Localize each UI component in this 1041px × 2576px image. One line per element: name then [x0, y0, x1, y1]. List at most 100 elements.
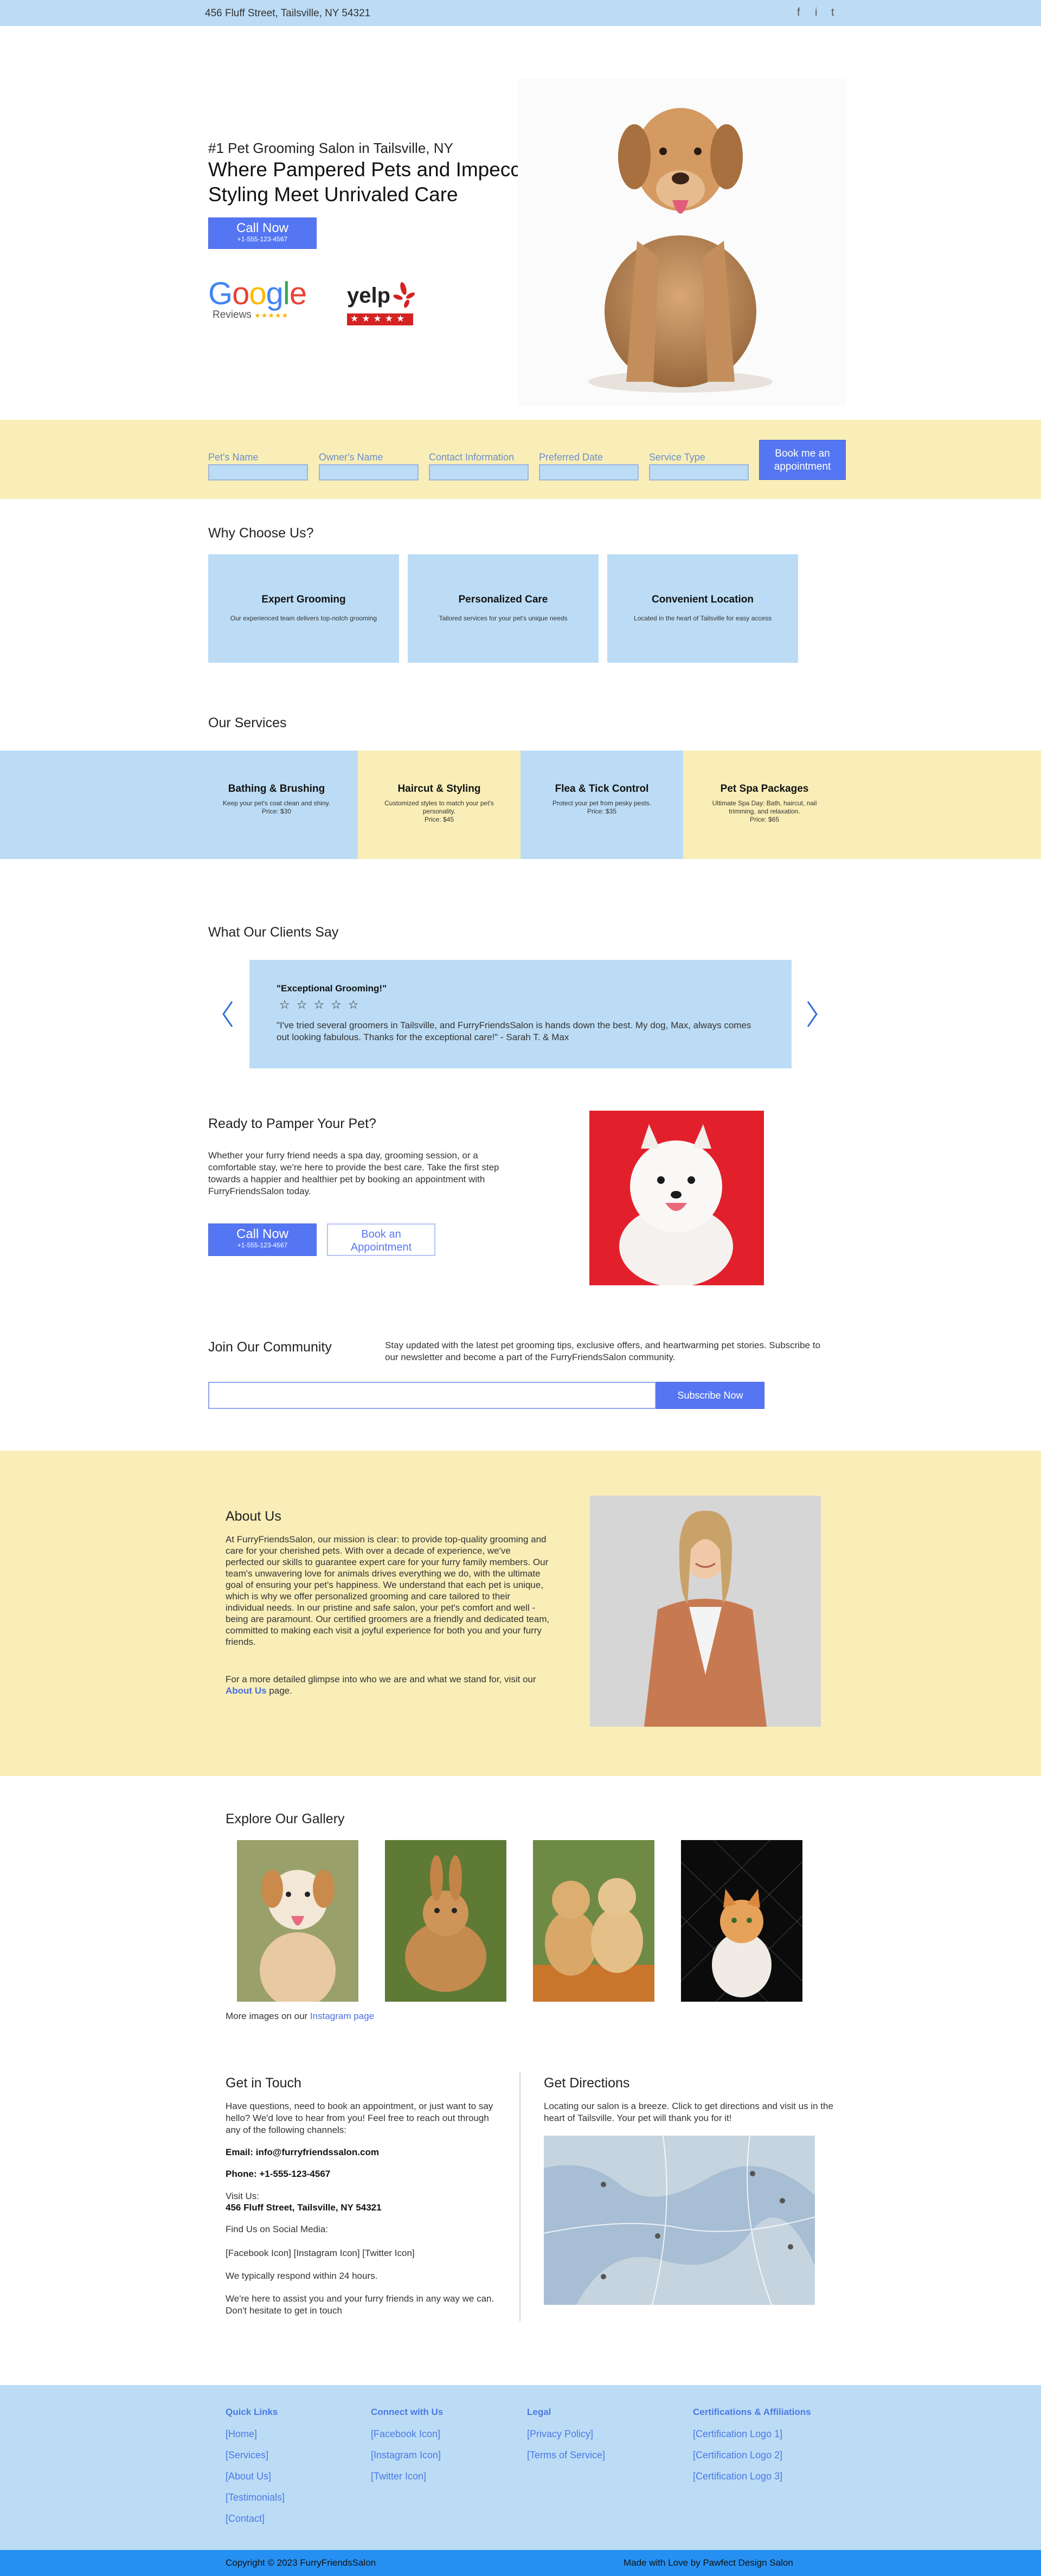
- service-card: Bathing & Brushing Keep your pet's coat …: [0, 751, 358, 859]
- about-text: At FurryFriendsSalon, our mission is cle…: [226, 1534, 550, 1647]
- google-stars: ★★★★★: [254, 311, 289, 319]
- why-card-desc: Our experienced team delivers top-notch …: [230, 614, 377, 622]
- testimonial-stars: ☆☆☆☆☆: [279, 998, 365, 1011]
- pets-name-field: Pet's Name: [208, 452, 308, 480]
- why-card-desc: Located in the heart of Tailsville for e…: [634, 614, 772, 622]
- community-heading: Join Our Community: [208, 1340, 332, 1355]
- why-card-title: Personalized Care: [458, 594, 548, 605]
- footer-link-services[interactable]: [Services]: [226, 2450, 285, 2461]
- facebook-icon[interactable]: f: [797, 7, 800, 19]
- response-time: We typically respond within 24 hours.: [226, 2271, 378, 2281]
- footer-link-instagram[interactable]: [Instagram Icon]: [371, 2450, 443, 2461]
- phone-label: Phone:: [226, 2169, 257, 2179]
- footer-cert-3[interactable]: [Certification Logo 3]: [693, 2471, 811, 2482]
- book-appointment-button[interactable]: Book me an appointment: [759, 440, 846, 480]
- newsletter-email-input[interactable]: [208, 1382, 656, 1409]
- why-card-title: Convenient Location: [652, 594, 754, 605]
- call-label: Call Now: [236, 1227, 289, 1241]
- service-desc: Customized styles to match your pet's pe…: [384, 799, 494, 815]
- why-card-desc: Tailored services for your pet's unique …: [439, 614, 568, 622]
- instagram-page-link[interactable]: Instagram page: [310, 2011, 374, 2021]
- footer-cert-1[interactable]: [Certification Logo 1]: [693, 2428, 811, 2440]
- hero-call-button[interactable]: Call Now +1-555-123-4567: [208, 217, 317, 249]
- footer-link-twitter[interactable]: [Twitter Icon]: [371, 2471, 443, 2482]
- service-price: Price: $65: [749, 816, 780, 823]
- gallery-heading: Explore Our Gallery: [226, 1811, 345, 1827]
- directions-map[interactable]: [543, 2135, 815, 2305]
- svg-text:yelp: yelp: [347, 284, 390, 307]
- yelp-stars: ★★★★★: [350, 313, 408, 324]
- footer-cert-2[interactable]: [Certification Logo 2]: [693, 2450, 811, 2461]
- about-more: For a more detailed glimpse into who we …: [226, 1674, 551, 1696]
- copyright: Copyright © 2023 FurryFriendsSalon: [226, 2558, 376, 2568]
- footer-link-home[interactable]: [Home]: [226, 2428, 285, 2440]
- footer-link-facebook[interactable]: [Facebook Icon]: [371, 2428, 443, 2440]
- pomeranian-photo: [589, 1111, 764, 1287]
- gallery-more: More images on our Instagram page: [226, 2011, 374, 2022]
- email-link[interactable]: info@furryfriendssalon.com: [256, 2147, 379, 2157]
- footer-link-about[interactable]: [About Us]: [226, 2471, 285, 2482]
- subscribe-button[interactable]: Subscribe Now: [656, 1382, 764, 1409]
- owners-name-field: Owner's Name: [319, 452, 419, 480]
- footer-heading: Connect with Us: [371, 2407, 444, 2417]
- footer-link-testimonials[interactable]: [Testimonials]: [226, 2492, 285, 2503]
- visit-label: Visit Us:: [226, 2191, 260, 2201]
- testimonial-title: "Exceptional Grooming!": [277, 983, 387, 994]
- gallery-puppies-photo[interactable]: [533, 1840, 654, 2002]
- service-card: Flea & Tick Control Protect your pet fro…: [520, 751, 683, 859]
- service-title: Bathing & Brushing: [228, 783, 325, 794]
- gallery-cat-photo[interactable]: [680, 1840, 803, 2002]
- gallery-rabbit-photo[interactable]: [385, 1840, 506, 2002]
- book-appointment-link[interactable]: Book an Appointment: [327, 1223, 435, 1256]
- hero-dog-photo: [518, 78, 846, 406]
- contact-heading: Get in Touch: [226, 2075, 301, 2091]
- gallery-puppy-photo[interactable]: [237, 1840, 358, 2008]
- service-price: Price: $30: [261, 808, 292, 815]
- instagram-icon[interactable]: i: [815, 7, 817, 19]
- footer: [0, 2385, 1041, 2550]
- contact-info-field: Contact Information: [429, 452, 529, 480]
- service-type-input[interactable]: [649, 464, 749, 480]
- contact-closing: We're here to assist you and your furry …: [226, 2293, 494, 2316]
- pamper-call-button[interactable]: Call Now +1-555-123-4567: [208, 1223, 317, 1256]
- design-credit: Made with Love by Pawfect Design Salon: [624, 2558, 793, 2568]
- call-phone: +1-555-123-4567: [237, 235, 288, 243]
- social-label: Find Us on Social Media:: [226, 2224, 328, 2234]
- footer-link-contact[interactable]: [Contact]: [226, 2513, 285, 2524]
- preferred-date-input[interactable]: [539, 464, 639, 480]
- service-type-label: Service Type: [649, 452, 705, 463]
- testimonial-card: "Exceptional Grooming!" ☆☆☆☆☆ "I've trie…: [249, 960, 792, 1068]
- owners-name-input[interactable]: [319, 464, 419, 480]
- call-phone: +1-555-123-4567: [237, 1241, 288, 1249]
- gallery-more-prefix: More images on our: [226, 2011, 308, 2021]
- next-arrow-icon[interactable]: [806, 1001, 819, 1028]
- service-card: Haircut & Styling Customized styles to m…: [358, 751, 520, 859]
- twitter-icon[interactable]: t: [831, 7, 834, 19]
- footer-link-terms[interactable]: [Terms of Service]: [527, 2450, 605, 2461]
- service-desc: Protect your pet from pesky pests.: [552, 799, 652, 807]
- service-desc: Keep your pet's coat clean and shiny.: [222, 799, 331, 807]
- why-card: Expert Grooming Our experienced team del…: [208, 554, 399, 663]
- yelp-logo: yelp ★★★★★: [346, 277, 416, 328]
- owners-name-label: Owner's Name: [319, 452, 383, 463]
- contact-info-input[interactable]: [429, 464, 529, 480]
- why-card: Personalized Care Tailored services for …: [408, 554, 599, 663]
- testimonials-heading: What Our Clients Say: [208, 925, 339, 940]
- footer-link-privacy[interactable]: [Privacy Policy]: [527, 2428, 605, 2440]
- directions-text: Locating our salon is a breeze. Click to…: [544, 2101, 833, 2123]
- contact-email: Email: info@furryfriendssalon.com: [226, 2147, 379, 2158]
- service-price: Price: $35: [587, 808, 617, 815]
- about-us-link[interactable]: About Us: [226, 1686, 267, 1696]
- community-text: Stay updated with the latest pet groomin…: [385, 1340, 820, 1362]
- preferred-date-field: Preferred Date: [539, 452, 639, 480]
- phone-link[interactable]: +1-555-123-4567: [259, 2169, 330, 2179]
- pets-name-input[interactable]: [208, 464, 308, 480]
- social-links[interactable]: [Facebook Icon] [Instagram Icon] [Twitte…: [226, 2248, 415, 2259]
- testimonial-quote: "I've tried several groomers in Tailsvil…: [277, 1020, 751, 1042]
- pamper-heading: Ready to Pamper Your Pet?: [208, 1116, 376, 1131]
- prev-arrow-icon[interactable]: [221, 1001, 234, 1028]
- staff-photo: [590, 1496, 821, 1727]
- footer-heading: Certifications & Affiliations: [693, 2407, 811, 2417]
- about-more-prefix: For a more detailed glimpse into who we …: [226, 1674, 536, 1684]
- footer-col-connect: Connect with Us [Facebook Icon] [Instagr…: [371, 2407, 443, 2492]
